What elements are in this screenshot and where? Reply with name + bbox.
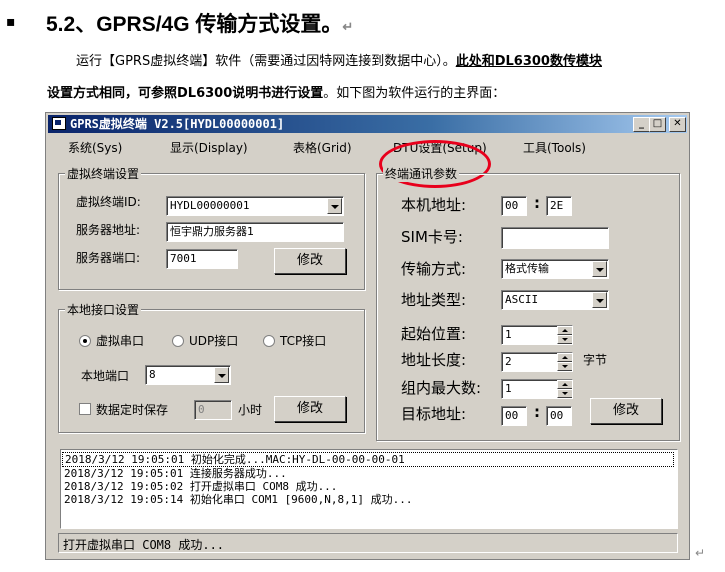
paragraph-line-2: 设置方式相同，可参照DL6300说明书进行设置。如下图为软件运行的主界面： — [47, 86, 506, 101]
app-window: GPRS虚拟终端 V2.5[HYDL00000001] _ □ ✕ 系统(Sys… — [45, 112, 690, 560]
close-button[interactable]: ✕ — [669, 117, 686, 132]
spin-up-icon[interactable] — [557, 353, 572, 362]
address-length-stepper[interactable]: 2 — [501, 352, 573, 372]
menu-sys[interactable]: 系统(Sys) — [68, 139, 122, 156]
minimize-button[interactable]: _ — [633, 117, 650, 132]
local-address-high-input[interactable]: 00 — [501, 196, 527, 216]
terminal-id-select[interactable]: HYDL00000001 — [166, 196, 344, 216]
list-item[interactable]: 2018/3/12 19:05:14 初始化串口 COM1 [9600,N,8,… — [64, 493, 674, 506]
hours-label: 小时 — [238, 403, 263, 417]
spin-down-icon[interactable] — [557, 389, 572, 398]
virtual-terminal-group: 虚拟终端设置 虚拟终端ID: HYDL00000001 服务器地址: 恒宇鼎力服… — [58, 165, 365, 290]
transfer-mode-select[interactable]: 格式传输 — [501, 259, 609, 279]
maximize-button[interactable]: □ — [649, 117, 666, 132]
group-max-label: 组内最大数: — [401, 379, 482, 397]
address-type-select[interactable]: ASCII — [501, 290, 609, 310]
colon-separator: : — [534, 403, 540, 421]
local-modify-button[interactable]: 修改 — [274, 396, 346, 422]
timed-save-checkbox[interactable] — [79, 403, 91, 415]
window-title: GPRS虚拟终端 V2.5[HYDL00000001] — [70, 117, 285, 131]
terminal-modify-button[interactable]: 修改 — [274, 248, 346, 274]
section-heading: 5.2、GPRS/4G 传输方式设置。↵ — [46, 13, 354, 36]
group-title: 终端通讯参数 — [383, 165, 460, 182]
menu-grid[interactable]: 表格(Grid) — [293, 139, 352, 156]
chevron-down-icon[interactable] — [327, 198, 342, 214]
paragraph-return-mark: ↵ — [695, 546, 706, 560]
server-port-input[interactable]: 7001 — [166, 249, 238, 269]
server-port-label: 服务器端口: — [76, 251, 141, 265]
spin-down-icon[interactable] — [557, 335, 572, 344]
target-address-label: 目标地址: — [401, 405, 467, 423]
server-address-label: 服务器地址: — [76, 223, 141, 237]
app-icon — [52, 117, 66, 130]
transfer-mode-label: 传输方式: — [401, 260, 467, 278]
local-address-label: 本机地址: — [401, 196, 467, 214]
sim-label: SIM卡号: — [401, 228, 463, 246]
start-position-stepper[interactable]: 1 — [501, 325, 573, 345]
server-address-input[interactable]: 恒宇鼎力服务器1 — [166, 222, 344, 242]
target-address-low-input[interactable]: 00 — [546, 406, 572, 426]
address-length-label: 地址长度: — [401, 351, 467, 369]
menu-tools[interactable]: 工具(Tools) — [523, 139, 586, 156]
timed-save-hours-input[interactable]: 0 — [194, 400, 232, 420]
terminal-comm-group: 终端通讯参数 本机地址: 00 : 2E SIM卡号: 传输方式: 格式传输 地… — [376, 165, 680, 441]
list-item[interactable]: 2018/3/12 19:05:01 连接服务器成功... — [64, 467, 674, 480]
local-interface-group: 本地接口设置 虚拟串口 UDP接口 TCP接口 本地端口 8 数据定时保存 0 … — [58, 301, 365, 433]
local-port-label: 本地端口 — [81, 369, 130, 383]
timed-save-label: 数据定时保存 — [96, 403, 169, 417]
paragraph-line-1: 运行【GPRS虚拟终端】软件（需要通过因特网连接到数据中心）。此处和DL6300… — [76, 54, 602, 69]
chevron-down-icon[interactable] — [592, 261, 607, 277]
radio-virtual-serial[interactable] — [79, 335, 91, 347]
address-type-label: 地址类型: — [401, 291, 467, 309]
chevron-down-icon[interactable] — [592, 292, 607, 308]
spin-up-icon[interactable] — [557, 326, 572, 335]
bullet-mark: ▪ — [6, 14, 16, 30]
menu-display[interactable]: 显示(Display) — [170, 139, 248, 156]
group-title: 虚拟终端设置 — [65, 165, 142, 182]
title-bar: GPRS虚拟终端 V2.5[HYDL00000001] _ □ ✕ — [48, 115, 687, 133]
group-max-stepper[interactable]: 1 — [501, 379, 573, 399]
menu-bar: 系统(Sys) 显示(Display) 表格(Grid) DTU设置(Setup… — [48, 135, 687, 188]
group-title: 本地接口设置 — [65, 301, 142, 318]
radio-virtual-serial-label: 虚拟串口 — [96, 334, 145, 348]
target-address-high-input[interactable]: 00 — [501, 406, 527, 426]
spin-up-icon[interactable] — [557, 380, 572, 389]
terminal-id-label: 虚拟终端ID: — [76, 195, 141, 209]
byte-unit-label: 字节 — [583, 353, 608, 367]
radio-tcp[interactable] — [263, 335, 275, 347]
sim-input[interactable] — [501, 227, 609, 249]
start-position-label: 起始位置: — [401, 325, 467, 343]
list-item[interactable]: 2018/3/12 19:05:01 初始化完成...MAC:HY-DL-00-… — [62, 452, 674, 467]
status-bar: 打开虚拟串口 COM8 成功... — [58, 533, 678, 553]
radio-udp[interactable] — [172, 335, 184, 347]
radio-tcp-label: TCP接口 — [280, 334, 327, 348]
radio-udp-label: UDP接口 — [189, 334, 239, 348]
log-list[interactable]: 2018/3/12 19:05:01 初始化完成...MAC:HY-DL-00-… — [60, 449, 678, 529]
spin-down-icon[interactable] — [557, 362, 572, 371]
chevron-down-icon[interactable] — [214, 367, 229, 383]
local-port-select[interactable]: 8 — [145, 365, 231, 385]
colon-separator: : — [534, 194, 540, 212]
local-address-low-input[interactable]: 2E — [546, 196, 572, 216]
comm-modify-button[interactable]: 修改 — [590, 398, 662, 424]
list-item[interactable]: 2018/3/12 19:05:02 打开虚拟串口 COM8 成功... — [64, 480, 674, 493]
